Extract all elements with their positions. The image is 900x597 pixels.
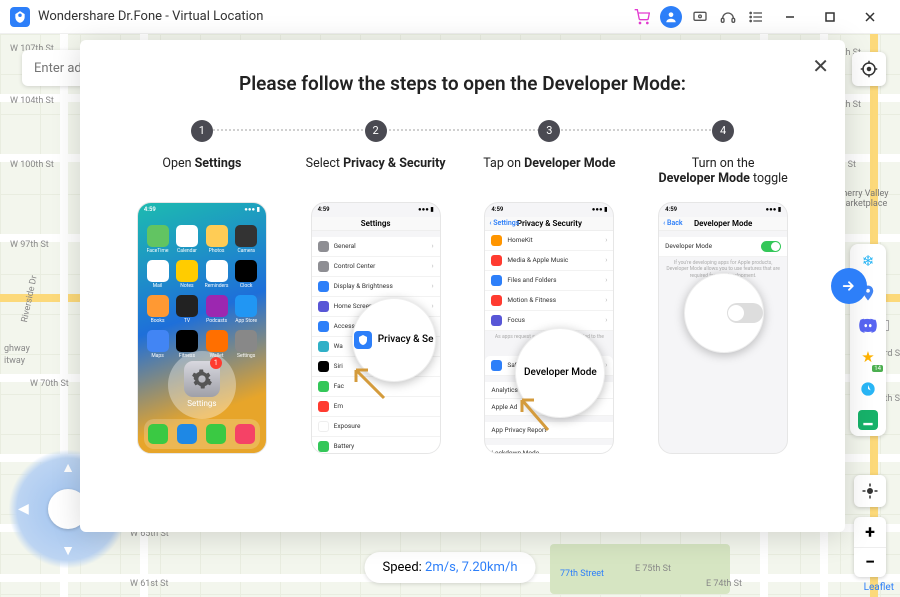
app-logo bbox=[10, 7, 30, 27]
street-label: W 61st St bbox=[130, 579, 168, 589]
steps-row: 1 Open Settings 4:59●●● ▮ FaceTime Calen… bbox=[120, 119, 805, 454]
step-title: Select Privacy & Security bbox=[294, 156, 458, 188]
maximize-button[interactable] bbox=[810, 3, 850, 31]
window-title: Wondershare Dr.Fone - Virtual Location bbox=[38, 9, 263, 24]
street-label: E 75th St bbox=[635, 564, 671, 574]
settings-app-highlight: 1 Settings bbox=[168, 351, 236, 419]
step-number: 3 bbox=[538, 120, 560, 142]
support-icon[interactable] bbox=[714, 3, 742, 31]
screen-icon[interactable] bbox=[686, 3, 714, 31]
recenter-button[interactable] bbox=[854, 475, 886, 507]
developer-mode-modal: ✕ Please follow the steps to open the De… bbox=[80, 40, 845, 532]
discord-icon[interactable] bbox=[857, 314, 879, 336]
street-label: W 70th St bbox=[30, 379, 69, 389]
step-2: 2 Select Privacy & Security 4:59●●● ▮ Se… bbox=[294, 119, 458, 454]
next-button[interactable] bbox=[831, 268, 867, 304]
speed-label: Speed: bbox=[383, 560, 422, 575]
phone-mock-settings: 4:59●●● ▮ Settings General› Control Cent… bbox=[311, 202, 441, 454]
devmode-toggle-small bbox=[761, 241, 781, 252]
settings-label: Settings bbox=[187, 399, 216, 408]
step-1: 1 Open Settings 4:59●●● ▮ FaceTime Calen… bbox=[120, 119, 284, 454]
cooling-icon[interactable]: ❄ bbox=[857, 250, 879, 272]
joystick-down-icon[interactable]: ▼ bbox=[61, 542, 75, 559]
step-title: Open Settings bbox=[120, 156, 284, 188]
step-4: 4 Turn on the Developer Mode toggle 4:59… bbox=[641, 119, 805, 454]
step-title: Tap on Developer Mode bbox=[468, 156, 632, 188]
clock-icon[interactable] bbox=[857, 378, 879, 400]
street-label: W 97th St bbox=[10, 240, 49, 250]
street-label: ghway bbox=[4, 344, 30, 354]
zoom-in-button[interactable]: + bbox=[854, 517, 886, 547]
speed-value: 2m/s, 7.20km/h bbox=[425, 560, 517, 575]
poi-label: 77th Street bbox=[560, 569, 604, 579]
step-3: 3 Tap on Developer Mode 4:59●●● ▮ ‹ Sett… bbox=[468, 119, 632, 454]
phone-mock-privacy: 4:59●●● ▮ ‹ SettingsPrivacy & Security H… bbox=[484, 202, 614, 454]
modal-title: Please follow the steps to open the Deve… bbox=[120, 72, 805, 95]
step-title: Turn on the Developer Mode toggle bbox=[641, 156, 805, 188]
step-number: 1 bbox=[191, 120, 213, 142]
mode-crosshair-button[interactable] bbox=[852, 52, 886, 86]
phone-mock-home: 4:59●●● ▮ FaceTime Calendar Photos Camer… bbox=[137, 202, 267, 454]
minimize-button[interactable] bbox=[770, 3, 810, 31]
street-label: W 100th St bbox=[10, 160, 54, 170]
star-icon[interactable]: ★14 bbox=[857, 346, 879, 368]
settings-badge: 1 bbox=[210, 357, 222, 369]
privacy-magnifier: Privacy & Se bbox=[352, 298, 436, 382]
zoom-controls: + − bbox=[854, 517, 886, 577]
menu-icon[interactable] bbox=[742, 3, 770, 31]
map-attribution[interactable]: Leaflet bbox=[864, 582, 894, 593]
joystick-up-icon[interactable]: ▲ bbox=[61, 459, 75, 476]
street-label: E 74th St bbox=[706, 579, 742, 589]
street-label: itway bbox=[4, 356, 25, 366]
close-button[interactable] bbox=[850, 3, 890, 31]
titlebar: Wondershare Dr.Fone - Virtual Location bbox=[0, 0, 900, 34]
step-number: 2 bbox=[365, 120, 387, 142]
modal-close-button[interactable]: ✕ bbox=[812, 54, 829, 78]
devmode-magnifier: Developer Mode bbox=[515, 328, 605, 418]
step-number: 4 bbox=[712, 120, 734, 142]
zoom-out-button[interactable]: − bbox=[854, 547, 886, 577]
user-icon[interactable] bbox=[660, 6, 682, 28]
phone-mock-devmode: 4:59●●● ▮ ‹ BackDeveloper Mode Developer… bbox=[658, 202, 788, 454]
speed-bar: Speed: 2m/s, 7.20km/h bbox=[365, 552, 536, 583]
cart-icon[interactable] bbox=[628, 3, 656, 31]
joystick-left-icon[interactable]: ◀ bbox=[18, 501, 29, 517]
import-icon[interactable] bbox=[858, 410, 878, 430]
toggle-magnifier bbox=[684, 273, 764, 353]
street-label: W 104th St bbox=[10, 96, 54, 106]
